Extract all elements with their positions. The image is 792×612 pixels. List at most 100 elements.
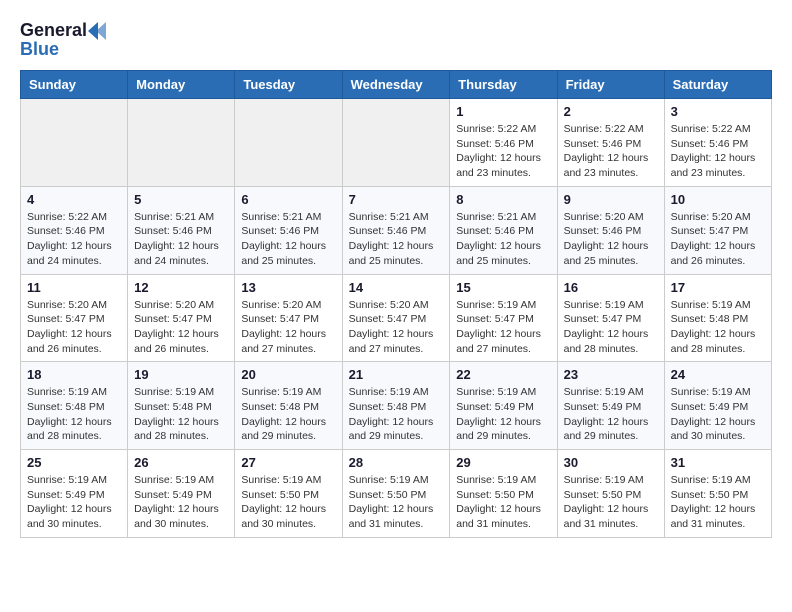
calendar-cell — [128, 99, 235, 187]
day-info: Sunrise: 5:20 AM Sunset: 5:47 PM Dayligh… — [134, 298, 228, 357]
day-number: 8 — [456, 192, 550, 207]
day-number: 12 — [134, 280, 228, 295]
day-number: 29 — [456, 455, 550, 470]
day-number: 16 — [564, 280, 658, 295]
day-info: Sunrise: 5:20 AM Sunset: 5:46 PM Dayligh… — [564, 210, 658, 269]
day-number: 31 — [671, 455, 765, 470]
calendar-cell: 24 Sunrise: 5:19 AM Sunset: 5:49 PM Dayli… — [664, 362, 771, 450]
calendar-cell: 15Sunrise: 5:19 AM Sunset: 5:47 PM Dayli… — [450, 274, 557, 362]
day-info: Sunrise: 5:19 AM Sunset: 5:50 PM Dayligh… — [349, 473, 444, 532]
day-number: 20 — [241, 367, 335, 382]
calendar-cell: 13 Sunrise: 5:20 AM Sunset: 5:47 PM Dayli… — [235, 274, 342, 362]
calendar-cell — [235, 99, 342, 187]
calendar-cell: 22 Sunrise: 5:19 AM Sunset: 5:49 PM Dayli… — [450, 362, 557, 450]
calendar-cell: 10 Sunrise: 5:20 AM Sunset: 5:47 PM Dayli… — [664, 186, 771, 274]
calendar-cell: 27Sunrise: 5:19 AM Sunset: 5:50 PM Dayli… — [235, 450, 342, 538]
day-number: 3 — [671, 104, 765, 119]
logo-container: GeneralBlue — [20, 20, 107, 60]
day-number: 11 — [27, 280, 121, 295]
week-row-3: 11 Sunrise: 5:20 AM Sunset: 5:47 PM Dayli… — [21, 274, 772, 362]
calendar-cell: 2 Sunrise: 5:22 AM Sunset: 5:46 PM Daylig… — [557, 99, 664, 187]
calendar-cell: 14Sunrise: 5:20 AM Sunset: 5:47 PM Dayli… — [342, 274, 450, 362]
day-info: Sunrise: 5:19 AM Sunset: 5:49 PM Dayligh… — [564, 385, 658, 444]
day-info: Sunrise: 5:21 AM Sunset: 5:46 PM Dayligh… — [349, 210, 444, 269]
day-number: 2 — [564, 104, 658, 119]
header: GeneralBlue — [20, 20, 772, 60]
day-info: Sunrise: 5:20 AM Sunset: 5:47 PM Dayligh… — [241, 298, 335, 357]
week-row-2: 4 Sunrise: 5:22 AM Sunset: 5:46 PM Daylig… — [21, 186, 772, 274]
day-number: 17 — [671, 280, 765, 295]
calendar-cell: 21 Sunrise: 5:19 AM Sunset: 5:48 PM Dayli… — [342, 362, 450, 450]
calendar-cell: 19 Sunrise: 5:19 AM Sunset: 5:48 PM Dayli… — [128, 362, 235, 450]
day-number: 25 — [27, 455, 121, 470]
day-info: Sunrise: 5:19 AM Sunset: 5:47 PM Dayligh… — [564, 298, 658, 357]
day-info: Sunrise: 5:19 AM Sunset: 5:48 PM Dayligh… — [241, 385, 335, 444]
day-info: Sunrise: 5:20 AM Sunset: 5:47 PM Dayligh… — [349, 298, 444, 357]
logo-blue-text: Blue — [20, 39, 59, 60]
day-info: Sunrise: 5:19 AM Sunset: 5:48 PM Dayligh… — [671, 298, 765, 357]
calendar-cell: 30 Sunrise: 5:19 AM Sunset: 5:50 PM Dayli… — [557, 450, 664, 538]
calendar-cell: 28Sunrise: 5:19 AM Sunset: 5:50 PM Dayli… — [342, 450, 450, 538]
day-number: 18 — [27, 367, 121, 382]
day-number: 21 — [349, 367, 444, 382]
day-info: Sunrise: 5:19 AM Sunset: 5:49 PM Dayligh… — [27, 473, 121, 532]
calendar-cell: 12 Sunrise: 5:20 AM Sunset: 5:47 PM Dayli… — [128, 274, 235, 362]
day-info: Sunrise: 5:19 AM Sunset: 5:48 PM Dayligh… — [27, 385, 121, 444]
calendar-cell: 23Sunrise: 5:19 AM Sunset: 5:49 PM Dayli… — [557, 362, 664, 450]
weekday-header-monday: Monday — [128, 71, 235, 99]
calendar-cell: 18 Sunrise: 5:19 AM Sunset: 5:48 PM Dayli… — [21, 362, 128, 450]
weekday-header-row: SundayMondayTuesdayWednesdayThursdayFrid… — [21, 71, 772, 99]
calendar-cell: 7 Sunrise: 5:21 AM Sunset: 5:46 PM Daylig… — [342, 186, 450, 274]
calendar-cell: 3Sunrise: 5:22 AM Sunset: 5:46 PM Daylig… — [664, 99, 771, 187]
day-info: Sunrise: 5:19 AM Sunset: 5:50 PM Dayligh… — [671, 473, 765, 532]
calendar-cell: 17 Sunrise: 5:19 AM Sunset: 5:48 PM Dayli… — [664, 274, 771, 362]
weekday-header-sunday: Sunday — [21, 71, 128, 99]
calendar-cell: 4 Sunrise: 5:22 AM Sunset: 5:46 PM Daylig… — [21, 186, 128, 274]
day-info: Sunrise: 5:19 AM Sunset: 5:50 PM Dayligh… — [456, 473, 550, 532]
day-info: Sunrise: 5:22 AM Sunset: 5:46 PM Dayligh… — [564, 122, 658, 181]
day-number: 1 — [456, 104, 550, 119]
day-number: 26 — [134, 455, 228, 470]
day-info: Sunrise: 5:20 AM Sunset: 5:47 PM Dayligh… — [671, 210, 765, 269]
day-number: 13 — [241, 280, 335, 295]
day-info: Sunrise: 5:19 AM Sunset: 5:48 PM Dayligh… — [134, 385, 228, 444]
weekday-header-tuesday: Tuesday — [235, 71, 342, 99]
calendar-cell — [21, 99, 128, 187]
day-info: Sunrise: 5:19 AM Sunset: 5:48 PM Dayligh… — [349, 385, 444, 444]
logo-general-text: General — [20, 20, 87, 41]
calendar-cell: 11 Sunrise: 5:20 AM Sunset: 5:47 PM Dayli… — [21, 274, 128, 362]
day-number: 10 — [671, 192, 765, 207]
day-info: Sunrise: 5:19 AM Sunset: 5:49 PM Dayligh… — [671, 385, 765, 444]
logo-arrow-icon — [88, 22, 106, 40]
day-info: Sunrise: 5:22 AM Sunset: 5:46 PM Dayligh… — [27, 210, 121, 269]
day-info: Sunrise: 5:19 AM Sunset: 5:50 PM Dayligh… — [564, 473, 658, 532]
day-info: Sunrise: 5:19 AM Sunset: 5:49 PM Dayligh… — [456, 385, 550, 444]
calendar-table: SundayMondayTuesdayWednesdayThursdayFrid… — [20, 70, 772, 538]
day-number: 30 — [564, 455, 658, 470]
day-number: 22 — [456, 367, 550, 382]
week-row-5: 25 Sunrise: 5:19 AM Sunset: 5:49 PM Dayli… — [21, 450, 772, 538]
weekday-header-friday: Friday — [557, 71, 664, 99]
calendar-cell: 8 Sunrise: 5:21 AM Sunset: 5:46 PM Daylig… — [450, 186, 557, 274]
day-number: 9 — [564, 192, 658, 207]
day-info: Sunrise: 5:21 AM Sunset: 5:46 PM Dayligh… — [456, 210, 550, 269]
day-info: Sunrise: 5:19 AM Sunset: 5:50 PM Dayligh… — [241, 473, 335, 532]
calendar-cell: 1 Sunrise: 5:22 AM Sunset: 5:46 PM Daylig… — [450, 99, 557, 187]
calendar-cell — [342, 99, 450, 187]
day-info: Sunrise: 5:19 AM Sunset: 5:49 PM Dayligh… — [134, 473, 228, 532]
day-number: 4 — [27, 192, 121, 207]
calendar-cell: 20 Sunrise: 5:19 AM Sunset: 5:48 PM Dayli… — [235, 362, 342, 450]
day-info: Sunrise: 5:20 AM Sunset: 5:47 PM Dayligh… — [27, 298, 121, 357]
day-number: 24 — [671, 367, 765, 382]
day-number: 15 — [456, 280, 550, 295]
calendar-cell: 26 Sunrise: 5:19 AM Sunset: 5:49 PM Dayli… — [128, 450, 235, 538]
calendar-cell: 6Sunrise: 5:21 AM Sunset: 5:46 PM Daylig… — [235, 186, 342, 274]
day-number: 19 — [134, 367, 228, 382]
weekday-header-wednesday: Wednesday — [342, 71, 450, 99]
calendar-cell: 31 Sunrise: 5:19 AM Sunset: 5:50 PM Dayli… — [664, 450, 771, 538]
week-row-1: 1 Sunrise: 5:22 AM Sunset: 5:46 PM Daylig… — [21, 99, 772, 187]
day-number: 7 — [349, 192, 444, 207]
day-info: Sunrise: 5:22 AM Sunset: 5:46 PM Dayligh… — [456, 122, 550, 181]
weekday-header-saturday: Saturday — [664, 71, 771, 99]
day-number: 5 — [134, 192, 228, 207]
